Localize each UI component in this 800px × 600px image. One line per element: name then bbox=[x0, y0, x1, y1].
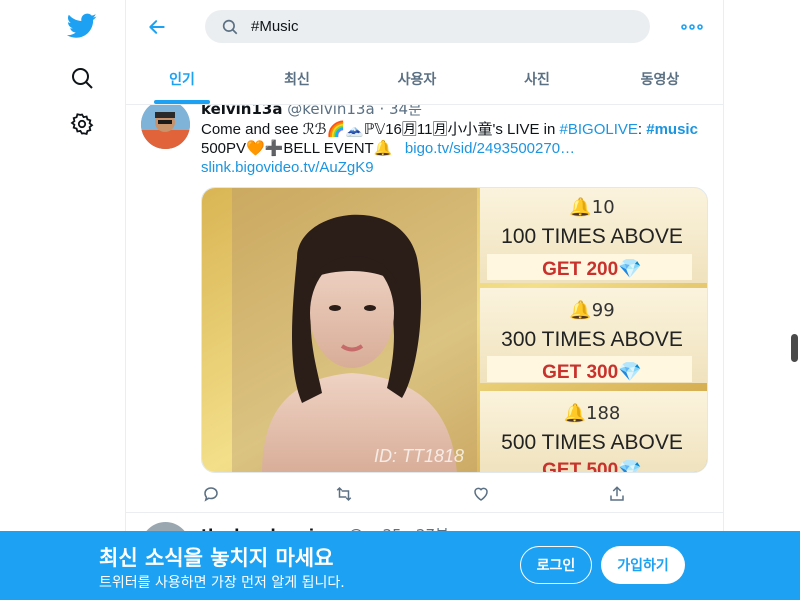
hashtag-link[interactable]: #BIGOLIVE bbox=[560, 121, 638, 138]
top-bar bbox=[126, 0, 723, 53]
media-card-2: 🔔99 300 TIMES ABOVE GET 300💎 bbox=[480, 288, 707, 383]
like-icon[interactable] bbox=[471, 484, 491, 504]
scrollbar-thumb[interactable] bbox=[791, 334, 798, 362]
hashtag-link[interactable]: #music bbox=[646, 121, 698, 138]
signup-banner: 최신 소식을 놓치지 마세요 트위터를 사용하면 가장 먼저 알게 됩니다. 로… bbox=[0, 531, 800, 600]
tweet[interactable]: kelvin13a @kelvin13a · 34분 ••• Come and … bbox=[126, 92, 723, 513]
svg-text:GET 300💎: GET 300💎 bbox=[542, 361, 642, 383]
search-input[interactable] bbox=[251, 18, 631, 35]
tweet-actions bbox=[201, 484, 641, 504]
back-arrow-icon[interactable] bbox=[142, 12, 172, 42]
svg-text:🔔99: 🔔99 bbox=[569, 300, 614, 321]
tweet-text-colon: : bbox=[637, 121, 647, 138]
search-tabs: 인기 최신 사용자 사진 동영상 bbox=[126, 53, 723, 105]
tweet-text: Come and see ℛℬ🌈🗻ℙ𝕍16🈷11🈷小小童's LIVE in #… bbox=[201, 120, 701, 177]
svg-text:🔔188: 🔔188 bbox=[564, 403, 621, 424]
more-options-icon[interactable] bbox=[677, 12, 707, 42]
tab-photos[interactable]: 사진 bbox=[478, 53, 596, 104]
settings-icon[interactable] bbox=[66, 108, 98, 140]
svg-text:500 TIMES ABOVE: 500 TIMES ABOVE bbox=[501, 431, 683, 454]
svg-text:🔔10: 🔔10 bbox=[569, 197, 614, 218]
tab-latest[interactable]: 최신 bbox=[238, 53, 356, 104]
explore-icon[interactable] bbox=[66, 62, 98, 94]
tab-people[interactable]: 사용자 bbox=[356, 53, 478, 104]
search-box[interactable] bbox=[205, 10, 650, 43]
tab-top[interactable]: 인기 bbox=[126, 53, 238, 104]
url-link[interactable]: bigo.tv/sid/2493500270… bbox=[405, 140, 575, 157]
tweet-text-part: 500PV🧡➕BELL EVENT🔔 bbox=[201, 140, 393, 157]
media-id-label: ID: TT1818 bbox=[374, 446, 464, 466]
url-link[interactable]: slink.bigovideo.tv/AuZgK9 bbox=[201, 159, 374, 176]
avatar[interactable] bbox=[141, 100, 190, 149]
share-icon[interactable] bbox=[607, 484, 627, 504]
banner-subtitle: 트위터를 사용하면 가장 먼저 알게 됩니다. bbox=[99, 575, 345, 591]
reply-icon[interactable] bbox=[201, 484, 221, 504]
svg-text:GET 200💎: GET 200💎 bbox=[542, 258, 642, 280]
tweet-text-part: Come and see ℛℬ🌈🗻ℙ𝕍16🈷11🈷小小童's LIVE in bbox=[201, 121, 560, 138]
tweet-media-image[interactable]: ID: TT1818 🔔10 100 TIMES ABOVE GET 200💎 … bbox=[201, 187, 708, 473]
svg-text:100 TIMES ABOVE: 100 TIMES ABOVE bbox=[501, 225, 683, 248]
main-column: kelvin13a @kelvin13a · 34분 ••• Come and … bbox=[126, 0, 724, 600]
svg-text:GET 500💎: GET 500💎 bbox=[542, 459, 642, 473]
signup-button[interactable]: 가입하기 bbox=[601, 546, 685, 584]
retweet-icon[interactable] bbox=[334, 484, 354, 504]
login-button[interactable]: 로그인 bbox=[520, 546, 592, 584]
search-icon bbox=[221, 17, 241, 37]
left-nav bbox=[0, 0, 126, 600]
svg-text:300 TIMES ABOVE: 300 TIMES ABOVE bbox=[501, 328, 683, 351]
twitter-logo-icon[interactable] bbox=[66, 10, 98, 42]
media-card-3: 🔔188 500 TIMES ABOVE GET 500💎 bbox=[480, 391, 707, 473]
media-card-1: 🔔10 100 TIMES ABOVE GET 200💎 bbox=[480, 188, 707, 283]
tab-videos[interactable]: 동영상 bbox=[596, 53, 723, 104]
banner-title: 최신 소식을 놓치지 마세요 bbox=[99, 546, 334, 570]
